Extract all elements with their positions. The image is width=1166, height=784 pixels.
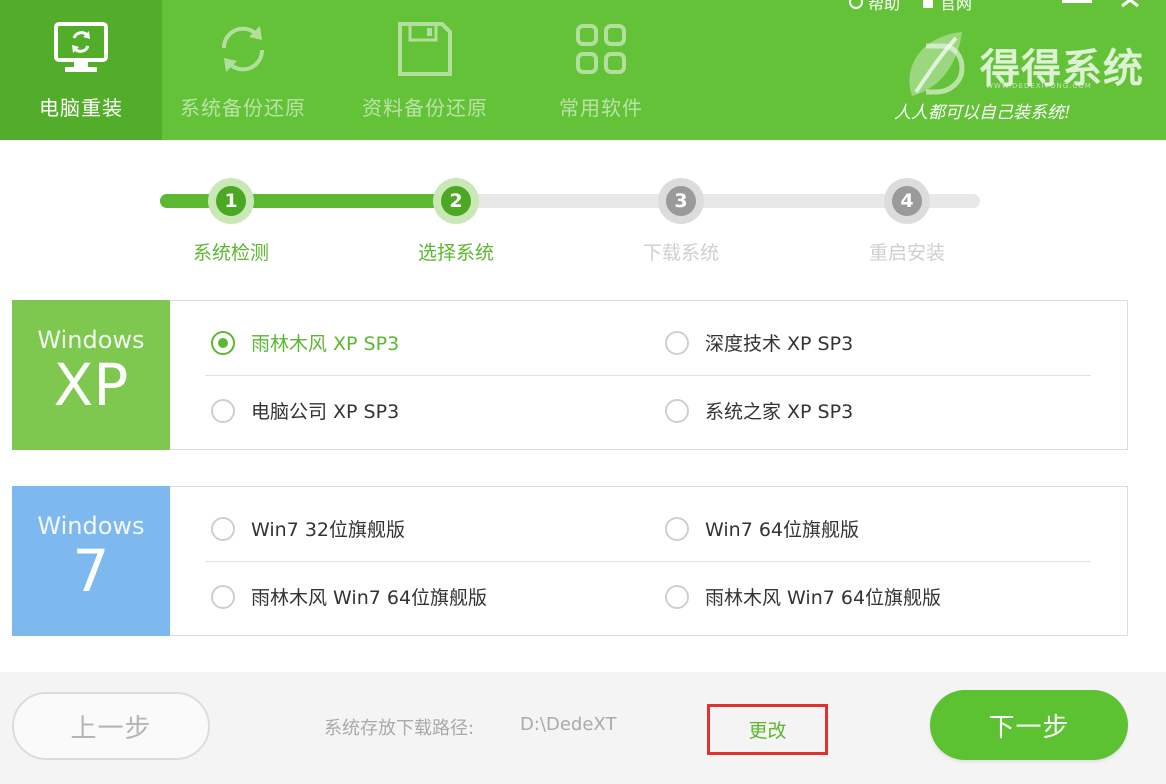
help-link[interactable]: 帮助: [848, 0, 901, 13]
os-option-win7-64[interactable]: Win7 64位旗舰版: [665, 515, 859, 542]
row-divider: [205, 375, 1091, 376]
os-option-ylmf-xp[interactable]: 雨林木风 XP SP3: [211, 329, 399, 356]
top-links: 帮助 官网: [848, 0, 973, 13]
os-group-xp: Windows XP 雨林木风 XP SP3 深度技术 XP SP3 电脑公司 …: [12, 300, 1128, 450]
os-option-ylmf-win7-64-a[interactable]: 雨林木风 Win7 64位旗舰版: [211, 583, 487, 610]
step-4-label: 重启安装: [868, 242, 945, 264]
minimize-button[interactable]: [1058, 0, 1098, 10]
radio-button[interactable]: [665, 398, 689, 423]
os-brand-label: Windows: [37, 512, 145, 540]
radio-button[interactable]: [211, 398, 235, 423]
tab-common-software[interactable]: 常用软件: [520, 0, 682, 140]
step-1-circle: 1: [208, 178, 254, 224]
os-option-xtzj-xp[interactable]: 系统之家 XP SP3: [665, 397, 853, 424]
option-label: Win7 64位旗舰版: [705, 519, 859, 541]
row-divider: [205, 561, 1091, 562]
os-option-dngs-xp[interactable]: 电脑公司 XP SP3: [211, 397, 399, 424]
website-label: 官网: [940, 0, 973, 13]
radio-button[interactable]: [211, 330, 235, 355]
option-label: 系统之家 XP SP3: [705, 401, 854, 423]
brand-slogan: 人人都可以自己装系统!: [894, 103, 1071, 123]
step-number: 1: [216, 186, 246, 216]
os-brand-label: Windows: [37, 326, 145, 354]
help-label: 帮助: [868, 0, 901, 13]
step-number: 4: [892, 186, 922, 216]
os-group-win7: Windows 7 Win7 32位旗舰版 Win7 64位旗舰版 雨林木风 W…: [12, 486, 1128, 636]
option-label: 雨林木风 Win7 64位旗舰版: [251, 587, 488, 609]
radio-button[interactable]: [665, 584, 689, 609]
close-button[interactable]: [1116, 0, 1146, 10]
step-2-circle: 2: [433, 178, 479, 224]
tab-label: 常用软件: [559, 96, 643, 120]
brand-logo: 得得系统 WWW.DEDEXITONG.COM 人人都可以自己装系统!: [892, 22, 1152, 132]
os-option-win7-32[interactable]: Win7 32位旗舰版: [211, 515, 405, 542]
tab-label: 电脑重装: [39, 96, 123, 120]
close-icon: [1121, 0, 1139, 8]
next-step-button[interactable]: 下一步: [930, 690, 1128, 760]
download-path-label: 系统存放下载路径:: [324, 718, 475, 739]
help-icon: [849, 0, 863, 9]
step-4-circle: 4: [884, 178, 930, 224]
radio-button[interactable]: [665, 330, 689, 355]
option-label: 深度技术 XP SP3: [705, 333, 854, 355]
option-label: 雨林木风 XP SP3: [251, 333, 400, 355]
os-version-label: 7: [72, 537, 110, 605]
header-bar: 电脑重装 系统备份还原 资料备份还原 常用软件 帮助 官网 得得系统 WWW.D…: [0, 0, 1166, 140]
sync-icon: [208, 14, 278, 84]
radio-button[interactable]: [211, 584, 235, 609]
prev-step-button[interactable]: 上一步: [12, 692, 210, 760]
step-1-label: 系统检测: [192, 242, 269, 264]
os-version-label: XP: [53, 351, 129, 419]
step-3-label: 下载系统: [642, 242, 719, 264]
tab-system-backup[interactable]: 系统备份还原: [162, 0, 324, 140]
option-label: 电脑公司 XP SP3: [251, 401, 400, 423]
monitor-refresh-icon: [46, 14, 116, 84]
os-option-sdjs-xp[interactable]: 深度技术 XP SP3: [665, 329, 853, 356]
step-number: 2: [441, 186, 471, 216]
progress-fill: [160, 194, 457, 208]
floppy-disk-icon: [390, 14, 460, 84]
change-path-button[interactable]: 更改: [707, 704, 828, 755]
website-link[interactable]: 官网: [920, 0, 973, 13]
tab-label: 系统备份还原: [180, 96, 306, 120]
os-badge-xp: Windows XP: [12, 300, 170, 450]
brand-url: WWW.DEDEXITONG.COM: [986, 82, 1092, 90]
step-number: 3: [666, 186, 696, 216]
os-badge-win7: Windows 7: [12, 486, 170, 636]
radio-button[interactable]: [665, 516, 689, 541]
radio-button[interactable]: [211, 516, 235, 541]
tab-pc-reinstall[interactable]: 电脑重装: [0, 0, 162, 140]
step-3-circle: 3: [658, 178, 704, 224]
download-path-value: D:\DedeXT: [520, 714, 617, 735]
minimize-icon: [1062, 0, 1092, 3]
option-label: 雨林木风 Win7 64位旗舰版: [705, 587, 942, 609]
home-icon: [923, 0, 934, 8]
tab-data-backup[interactable]: 资料备份还原: [344, 0, 506, 140]
os-option-ylmf-win7-64-b[interactable]: 雨林木风 Win7 64位旗舰版: [665, 583, 941, 610]
option-label: Win7 32位旗舰版: [251, 519, 405, 541]
app-grid-icon: [566, 14, 636, 84]
step-2-label: 选择系统: [417, 242, 494, 264]
tab-label: 资料备份还原: [362, 96, 488, 120]
